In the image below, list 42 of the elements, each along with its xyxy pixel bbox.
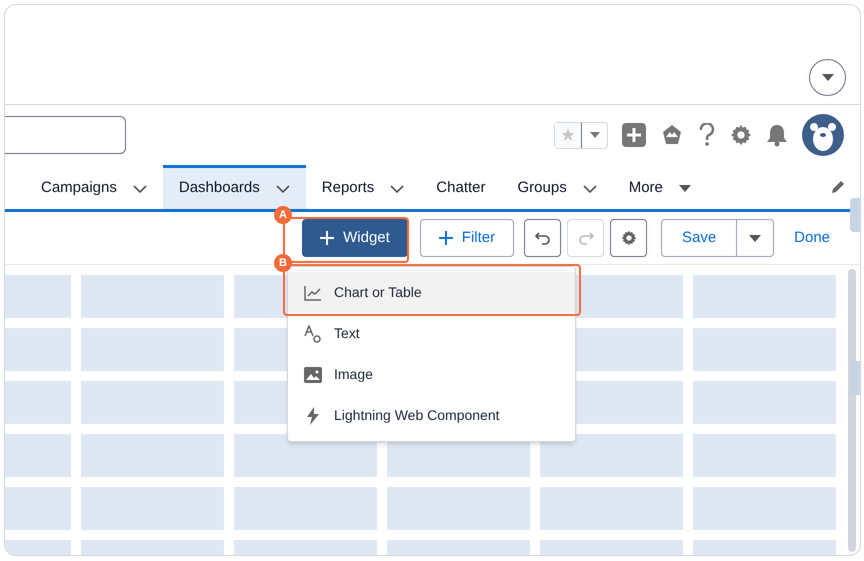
dropdown-circle-button[interactable] <box>809 59 846 96</box>
settings-icon[interactable] <box>730 124 752 146</box>
bell-icon[interactable] <box>766 123 788 147</box>
nav-tab[interactable]: Dashboards <box>162 165 306 209</box>
nav-tab[interactable]: Campaigns <box>25 165 163 209</box>
nav-tab[interactable]: Groups <box>502 165 613 209</box>
nav-tab[interactable]: Chatter <box>420 165 502 209</box>
avatar-icon[interactable] <box>802 114 844 156</box>
plus-icon <box>438 231 453 245</box>
menu-item[interactable]: Text <box>288 313 575 354</box>
undo-icon <box>534 230 551 246</box>
callout-badge: A <box>274 206 292 224</box>
plus-icon <box>320 231 334 245</box>
nav-tab[interactable]: More <box>612 165 707 209</box>
side-handle[interactable] <box>850 198 860 232</box>
font-size-icon <box>304 324 322 342</box>
side-handle[interactable] <box>850 361 860 395</box>
nav-tab[interactable]: Reports <box>306 165 420 209</box>
menu-item[interactable]: Chart or Table <box>288 272 575 313</box>
caret-icon <box>822 74 834 82</box>
redo-icon <box>578 230 594 246</box>
caret-icon <box>590 132 600 138</box>
mountain-icon[interactable] <box>660 123 684 147</box>
callout-badge: B <box>274 254 292 272</box>
pencil-icon[interactable] <box>830 179 846 195</box>
line-chart-icon <box>304 284 322 300</box>
menu-item[interactable]: Lightning Web Component <box>288 395 575 436</box>
settings-button[interactable] <box>610 219 648 257</box>
undo-button[interactable] <box>524 219 562 257</box>
lightning-bolt-icon <box>306 406 320 424</box>
add-icon[interactable] <box>622 123 646 147</box>
favorites-button[interactable] <box>554 122 608 148</box>
done-button[interactable]: Done <box>784 219 840 257</box>
settings-icon <box>620 230 637 246</box>
image-icon <box>304 366 322 382</box>
star-icon <box>560 127 576 143</box>
add-filter-button[interactable]: Filter <box>420 219 514 257</box>
caret-icon <box>749 234 762 242</box>
search-field[interactable] <box>5 116 126 154</box>
help-icon[interactable] <box>698 123 716 147</box>
menu-item[interactable]: Image <box>288 354 575 395</box>
add-widget-button[interactable]: Widget <box>302 219 408 257</box>
